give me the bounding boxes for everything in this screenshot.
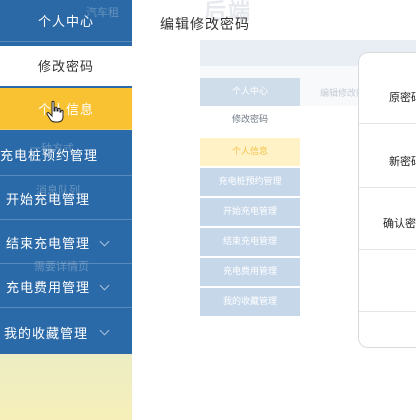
sidebar-item-favorites[interactable]: 我的收藏管理 (0, 310, 132, 354)
sidebar-item-label: 修改密码 (37, 60, 94, 75)
preview-row-divider (359, 249, 416, 250)
sidebar-item-personal-info[interactable]: 个人信息 (0, 88, 132, 130)
ghost-text: 需要详情页 (34, 260, 89, 273)
preview-sidebar-item-fee: 充电费用管理 (200, 258, 300, 286)
preview-label-confirm-password: 确认密码 (383, 217, 416, 230)
preview-label-new-password: 新密码 (389, 155, 416, 168)
preview-row-divider (359, 123, 416, 124)
preview-sidebar-item-reservation: 充电桩预约管理 (200, 168, 300, 196)
chevron-down-icon (99, 236, 110, 246)
preview-sidebar-item-end: 结束充电管理 (200, 228, 300, 256)
preview-sidebar-item-start: 开始充电管理 (200, 198, 300, 226)
preview-form: 原密码 新密码 确认密码 (358, 52, 416, 348)
hand-cursor-icon (46, 100, 64, 123)
ghost-text: 汽车租 (86, 6, 119, 19)
preview-sidebar-item-info: 个人信息 (200, 138, 300, 166)
ghost-text: 消息队列 (36, 184, 80, 197)
chevron-down-icon (99, 280, 110, 290)
page-title: 编辑修改密码 (160, 17, 250, 33)
screen: 后端 编辑修改密码 个人中心 修改密码 个人信息 充电桩预约管理 开始充电管理 … (0, 0, 416, 420)
ghost-text: 一种方式 (30, 142, 74, 155)
preview-row-divider (359, 187, 416, 188)
preview-sidebar-item-profile: 个人中心 (200, 78, 300, 106)
sidebar: 个人中心 修改密码 个人信息 充电桩预约管理 开始充电管理 结束充电管理 充电费… (0, 0, 132, 354)
preview-label-old-password: 原密码 (389, 91, 416, 104)
chevron-down-icon (99, 325, 110, 336)
preview-sidebar-item-favorites: 我的收藏管理 (200, 288, 300, 316)
sidebar-item-change-password[interactable]: 修改密码 (0, 46, 132, 86)
sidebar-item-label: 结束充电管理 (6, 237, 91, 252)
sidebar-item-label: 我的收藏管理 (4, 326, 89, 342)
background-bottom-strip (0, 354, 132, 420)
preview-sidebar-item-password: 修改密码 (200, 106, 300, 134)
sidebar-item-label: 充电费用管理 (6, 281, 91, 296)
preview-row-divider (359, 311, 416, 312)
